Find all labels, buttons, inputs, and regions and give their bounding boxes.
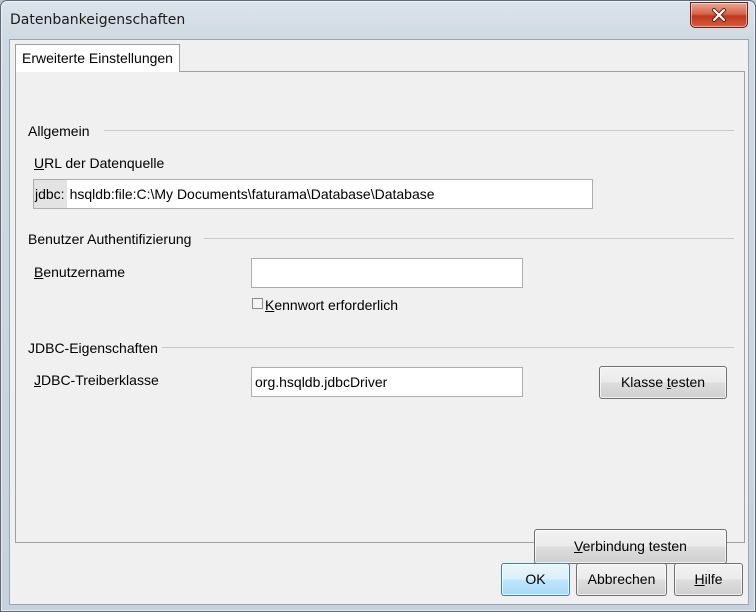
section-heading-jdbc: JDBC-Eigenschaften	[28, 340, 162, 356]
username-label: Benutzername	[34, 264, 125, 280]
test-class-pre: Klasse	[620, 374, 667, 390]
driver-class-input[interactable]: org.hsqldb.jdbcDriver	[251, 367, 523, 397]
close-button[interactable]	[690, 2, 748, 28]
close-icon	[712, 8, 726, 22]
driver-class-value: org.hsqldb.jdbcDriver	[255, 374, 388, 390]
url-label-rest: RL der Datenquelle	[44, 155, 165, 171]
url-label: URL der Datenquelle	[34, 155, 164, 171]
url-value: hsqldb:file:C:\My Documents\faturama\Dat…	[69, 186, 435, 202]
password-required-rest: ennwort erforderlich	[274, 297, 399, 313]
test-class-button[interactable]: Klasse testen	[599, 366, 727, 399]
driver-class-label: JDBC-Treiberklasse	[34, 372, 159, 388]
tab-advanced-settings[interactable]: Erweiterte Einstellungen	[15, 44, 180, 72]
section-divider	[104, 130, 734, 131]
test-class-post: esten	[670, 374, 706, 390]
test-connection-button[interactable]: Verbindung testen	[534, 529, 727, 564]
password-required-checkbox[interactable]	[252, 298, 263, 309]
window-title: Datenbankeigenschaften	[10, 12, 186, 28]
section-heading-auth: Benutzer Authentifizierung	[28, 231, 196, 247]
help-button[interactable]: Hilfe	[674, 563, 743, 596]
tab-panel: Allgemein URL der Datenquelle jdbc: hsqld…	[15, 71, 745, 564]
dialog-window: Datenbankeigenschaften Erweiterte Einste…	[0, 0, 756, 612]
password-required-accel: K	[265, 297, 275, 313]
username-input[interactable]	[251, 258, 523, 288]
help-accel: H	[694, 571, 705, 587]
test-connection-accel: V	[574, 538, 583, 554]
url-label-accel: U	[34, 155, 45, 171]
username-label-accel: B	[34, 264, 44, 280]
password-required-label[interactable]: Kennwort erforderlich	[265, 297, 398, 313]
section-divider	[204, 238, 734, 239]
driver-class-label-rest: DBC-Treiberklasse	[41, 372, 159, 388]
section-heading-general: Allgemein	[28, 123, 94, 139]
test-connection-rest: erbindung testen	[582, 538, 687, 554]
datasource-url-input[interactable]: jdbc: hsqldb:file:C:\My Documents\faturam…	[33, 179, 593, 209]
dialog-client-area: Erweiterte Einstellungen Allgemein URL d…	[9, 39, 749, 605]
username-label-rest: enutzername	[43, 264, 126, 280]
ok-button[interactable]: OK	[501, 563, 570, 596]
help-rest: ilfe	[704, 571, 723, 587]
section-divider	[161, 347, 734, 348]
url-prefix: jdbc:	[34, 180, 67, 208]
title-bar[interactable]: Datenbankeigenschaften	[1, 1, 755, 39]
driver-class-label-accel: J	[34, 372, 41, 388]
cancel-button[interactable]: Abbrechen	[576, 563, 667, 596]
